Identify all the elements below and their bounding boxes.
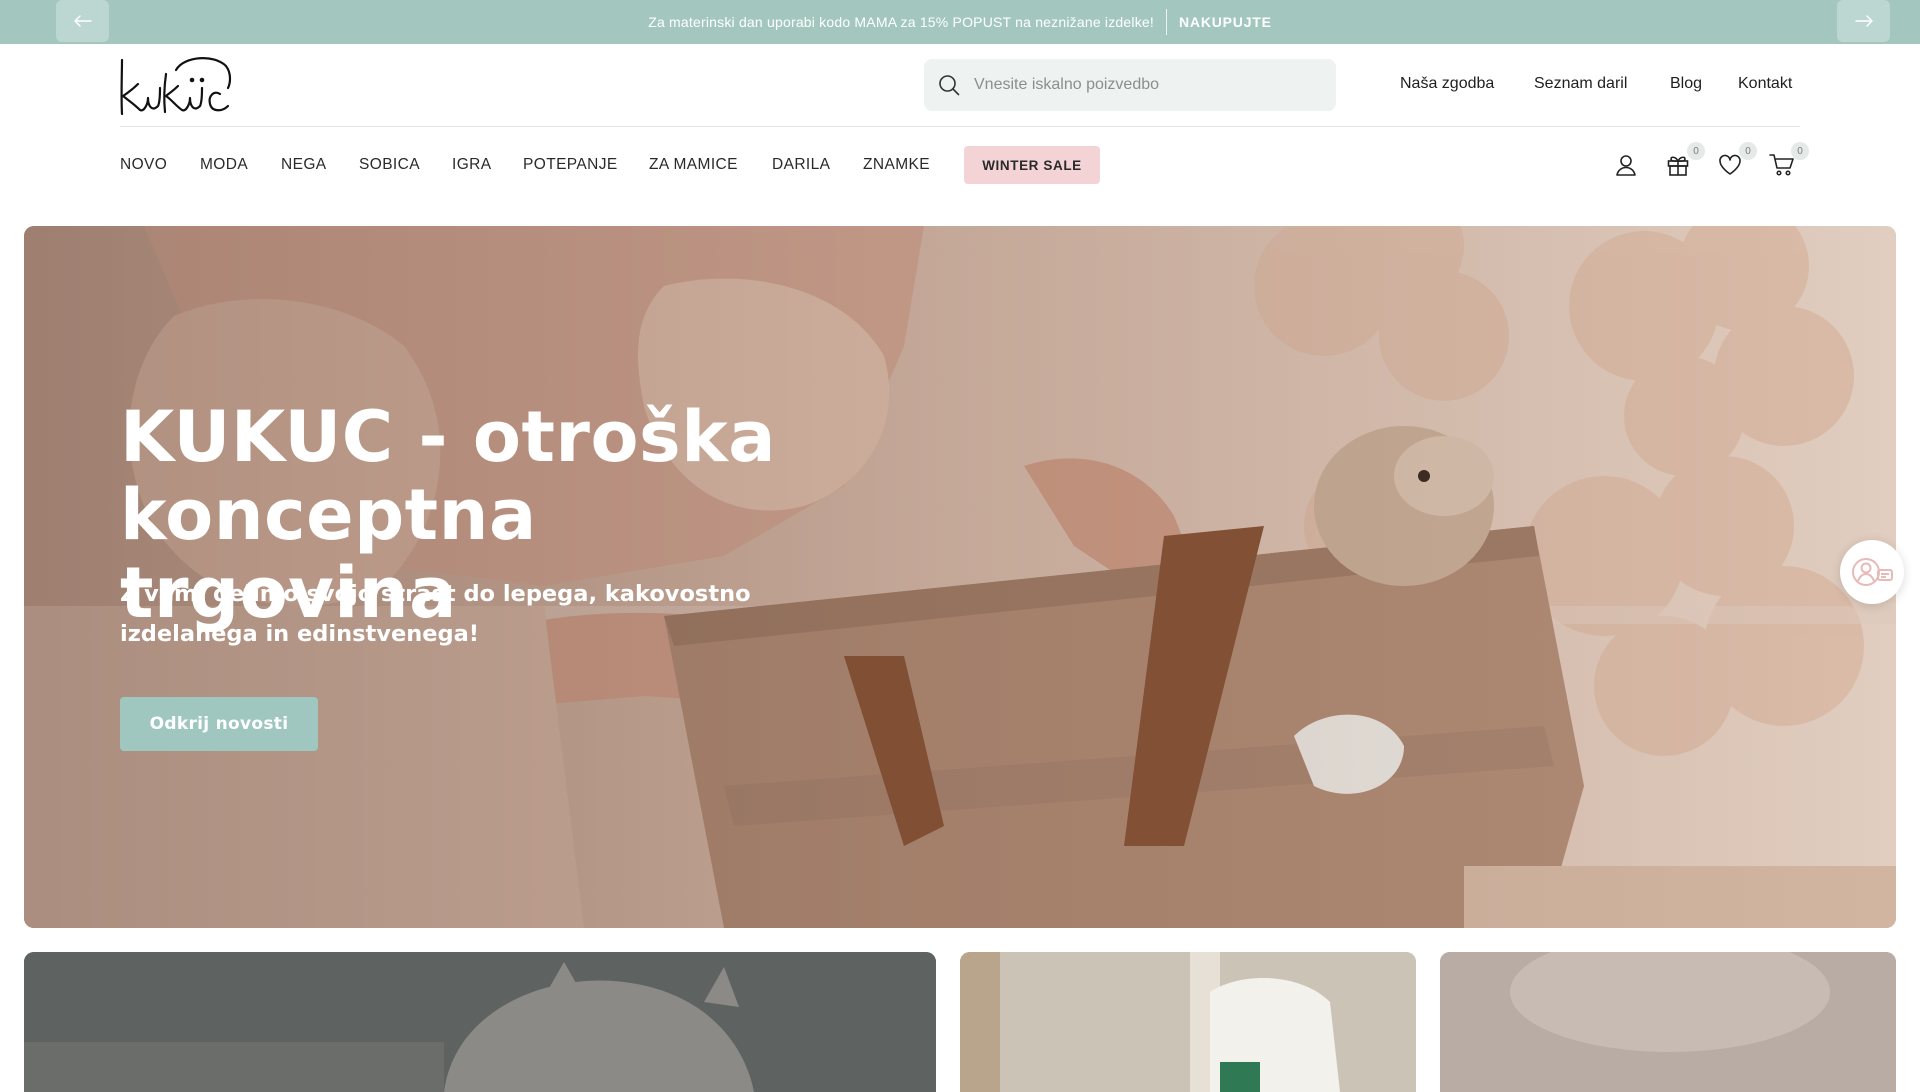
cart-button[interactable]: 0 xyxy=(1767,142,1809,180)
nav-item-znamke[interactable]: ZNAMKE xyxy=(863,156,930,174)
announcement-next-button[interactable] xyxy=(1837,0,1890,42)
gift-icon xyxy=(1667,156,1689,176)
tile-2-image xyxy=(960,952,1416,1092)
top-link-blog[interactable]: Blog xyxy=(1670,75,1702,93)
nav-item-darila[interactable]: DARILA xyxy=(772,156,830,174)
nav-item-sobica[interactable]: SOBICA xyxy=(359,156,420,174)
kukuc-logo[interactable] xyxy=(118,54,234,118)
discover-news-button[interactable]: Odkrij novosti xyxy=(120,697,318,751)
hero-subtitle: Z vami delimo svojo strast do lepega, ka… xyxy=(120,581,751,647)
wishlist-count-badge: 0 xyxy=(1739,142,1757,160)
account-button[interactable] xyxy=(1611,150,1641,180)
nav-item-potepanje[interactable]: POTEPANJE xyxy=(523,156,618,174)
search-box[interactable] xyxy=(924,59,1336,111)
search-input[interactable] xyxy=(974,76,1314,94)
top-link-nasa-zgodba[interactable]: Naša zgodba xyxy=(1400,75,1494,93)
top-link-seznam-daril[interactable]: Seznam daril xyxy=(1534,75,1627,93)
nav-item-moda[interactable]: MODA xyxy=(200,156,248,174)
gift-list-button[interactable]: 0 xyxy=(1663,142,1705,180)
hero-banner: KUKUC - otroška konceptna trgovina Z vam… xyxy=(24,226,1896,928)
site-header: Naša zgodba Seznam daril Blog Kontakt NO… xyxy=(0,44,1920,228)
category-tile-3[interactable] xyxy=(1440,952,1896,1092)
cart-icon xyxy=(1769,154,1794,176)
user-card-icon xyxy=(1852,558,1893,586)
category-tile-2[interactable] xyxy=(960,952,1416,1092)
category-tile-1[interactable] xyxy=(24,952,936,1092)
header-divider xyxy=(120,126,1800,127)
nav-item-igra[interactable]: IGRA xyxy=(452,156,492,174)
loyalty-widget-button[interactable] xyxy=(1840,540,1904,604)
nav-item-za-mamice[interactable]: ZA MAMICE xyxy=(649,156,738,174)
wishlist-button[interactable]: 0 xyxy=(1715,142,1757,180)
announcement-cta-link[interactable]: NAKUPUJTE xyxy=(1179,14,1272,30)
winter-sale-button[interactable]: WINTER SALE xyxy=(964,146,1100,184)
search-icon xyxy=(939,75,960,96)
announcement-divider xyxy=(1166,9,1167,35)
announcement-content: Za materinski dan uporabi kodo MAMA za 1… xyxy=(0,0,1920,44)
gift-count-badge: 0 xyxy=(1687,142,1705,160)
announcement-text: Za materinski dan uporabi kodo MAMA za 1… xyxy=(648,14,1154,30)
arrow-right-icon xyxy=(1854,15,1873,27)
nav-item-novo[interactable]: NOVO xyxy=(120,156,167,174)
top-link-kontakt[interactable]: Kontakt xyxy=(1738,75,1792,93)
nav-item-nega[interactable]: NEGA xyxy=(281,156,327,174)
tile-3-image xyxy=(1440,952,1896,1092)
cart-count-badge: 0 xyxy=(1791,142,1809,160)
tile-1-image xyxy=(24,952,936,1092)
announcement-bar: Za materinski dan uporabi kodo MAMA za 1… xyxy=(0,0,1920,44)
user-icon xyxy=(1616,155,1636,176)
heart-icon xyxy=(1719,154,1741,175)
